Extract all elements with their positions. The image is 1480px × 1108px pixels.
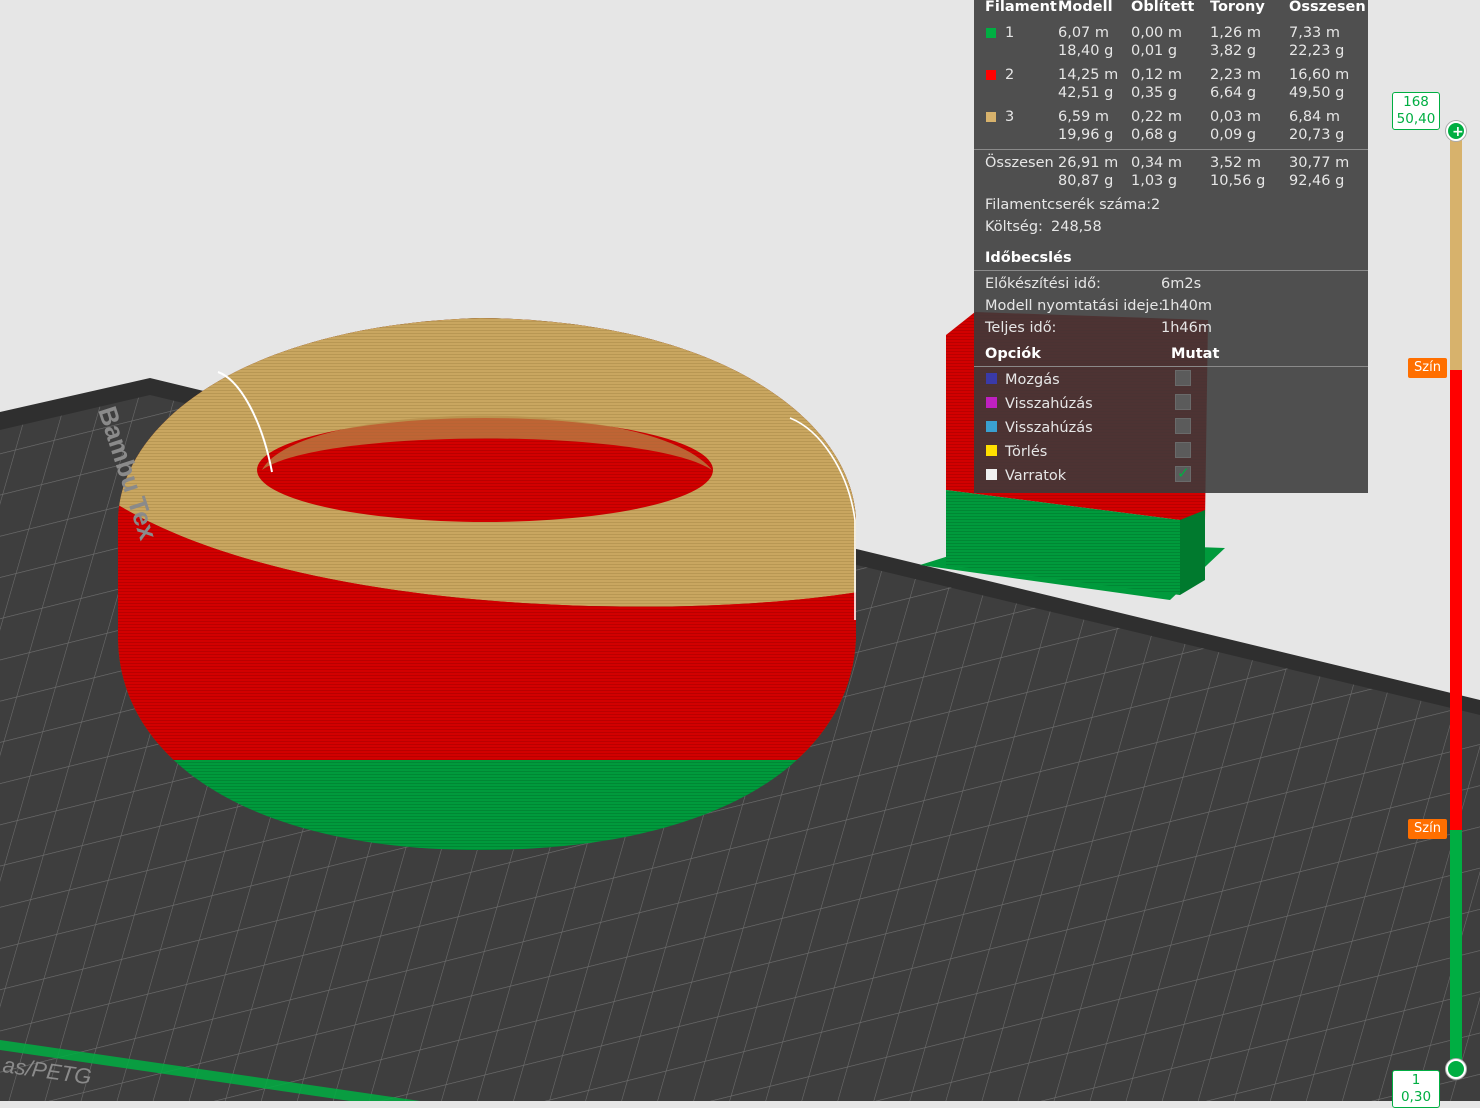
flush-weight: 0,68 g bbox=[1131, 127, 1178, 143]
option-wipe-checkbox[interactable] bbox=[1175, 442, 1191, 458]
model-weight: 80,87 g bbox=[1058, 173, 1114, 189]
model-weight: 42,51 g bbox=[1058, 85, 1114, 101]
option-deretraction-label: Visszahúzás bbox=[1005, 420, 1093, 436]
model-weight: 19,96 g bbox=[1058, 127, 1114, 143]
tower-weight: 10,56 g bbox=[1210, 173, 1266, 189]
bottom-layer-label: 1 0,30 bbox=[1392, 1070, 1440, 1108]
separator bbox=[974, 270, 1368, 271]
tower-length: 2,23 m bbox=[1210, 67, 1262, 83]
total-length: 30,77 m bbox=[1289, 155, 1350, 171]
print-time-value: 1h40m bbox=[1161, 298, 1212, 314]
total-weight: 92,46 g bbox=[1289, 173, 1345, 189]
cost-value: 248,58 bbox=[1051, 219, 1102, 235]
top-layer-height: 50,40 bbox=[1396, 111, 1436, 127]
total-time-label: Teljes idő: bbox=[985, 320, 1057, 336]
bottom-layer-number: 1 bbox=[1411, 1072, 1421, 1088]
sum-label: Összesen bbox=[985, 155, 1054, 171]
bottom-layer-height: 0,30 bbox=[1400, 1089, 1432, 1105]
separator bbox=[974, 366, 1368, 367]
flush-length: 0,22 m bbox=[1131, 109, 1183, 125]
flush-length: 0,34 m bbox=[1131, 155, 1183, 171]
model-length: 14,25 m bbox=[1058, 67, 1119, 83]
top-layer-label: 168 50,40 bbox=[1392, 92, 1440, 130]
torus-model bbox=[118, 318, 856, 850]
tower-length: 1,26 m bbox=[1210, 25, 1262, 41]
header-filament: Filament bbox=[985, 0, 1057, 15]
filament-changes-label: Filamentcserék száma: bbox=[985, 197, 1152, 213]
color-change-tag-upper[interactable]: Szín bbox=[1408, 358, 1447, 378]
prep-time-label: Előkészítési idő: bbox=[985, 276, 1101, 292]
total-weight: 49,50 g bbox=[1289, 85, 1345, 101]
flush-weight: 0,35 g bbox=[1131, 85, 1178, 101]
model-length: 6,59 m bbox=[1058, 109, 1110, 125]
retraction-color-swatch bbox=[986, 397, 997, 408]
options-title: Opciók bbox=[985, 346, 1041, 362]
plus-icon: + bbox=[1452, 124, 1464, 140]
option-wipe-label: Törlés bbox=[1005, 444, 1048, 460]
slice-statistics-panel: Filament Modell Oblített Torony Összesen… bbox=[974, 0, 1368, 493]
header-model: Modell bbox=[1058, 0, 1113, 15]
slider-track-filament-3 bbox=[1450, 140, 1462, 370]
total-length: 16,60 m bbox=[1289, 67, 1350, 83]
option-retraction-label: Visszahúzás bbox=[1005, 396, 1093, 412]
total-length: 6,84 m bbox=[1289, 109, 1341, 125]
filament-color-swatch bbox=[986, 28, 996, 38]
total-weight: 20,73 g bbox=[1289, 127, 1345, 143]
flush-weight: 1,03 g bbox=[1131, 173, 1178, 189]
separator bbox=[974, 149, 1368, 150]
option-retraction-checkbox[interactable] bbox=[1175, 394, 1191, 410]
tower-weight: 6,64 g bbox=[1210, 85, 1257, 101]
time-estimate-title: Időbecslés bbox=[985, 250, 1072, 266]
slider-track-filament-2 bbox=[1450, 370, 1462, 830]
option-travel-label: Mozgás bbox=[1005, 372, 1060, 388]
option-seams-checkbox[interactable] bbox=[1175, 464, 1191, 482]
color-change-tag-lower[interactable]: Szín bbox=[1408, 819, 1447, 839]
bottom-thumb-handle[interactable] bbox=[1446, 1059, 1466, 1079]
model-length: 6,07 m bbox=[1058, 25, 1110, 41]
option-travel-checkbox[interactable] bbox=[1175, 370, 1191, 386]
deretraction-color-swatch bbox=[986, 421, 997, 432]
travel-color-swatch bbox=[986, 373, 997, 384]
header-tower: Torony bbox=[1210, 0, 1265, 15]
filament-changes-value: 2 bbox=[1151, 197, 1161, 213]
filament-id: 3 bbox=[1005, 109, 1015, 125]
filament-id: 1 bbox=[1005, 25, 1015, 41]
flush-length: 0,12 m bbox=[1131, 67, 1183, 83]
total-time-value: 1h46m bbox=[1161, 320, 1212, 336]
filament-color-swatch bbox=[986, 112, 996, 122]
slider-track-filament-1 bbox=[1450, 830, 1462, 1070]
total-length: 7,33 m bbox=[1289, 25, 1341, 41]
header-flushed: Oblített bbox=[1131, 0, 1195, 15]
flush-weight: 0,01 g bbox=[1131, 43, 1178, 59]
tower-weight: 0,09 g bbox=[1210, 127, 1257, 143]
tower-weight: 3,82 g bbox=[1210, 43, 1257, 59]
model-weight: 18,40 g bbox=[1058, 43, 1114, 59]
top-layer-number: 168 bbox=[1403, 94, 1429, 110]
seams-color-swatch bbox=[986, 469, 997, 480]
show-title: Mutat bbox=[1171, 346, 1220, 362]
flush-length: 0,00 m bbox=[1131, 25, 1183, 41]
wipe-color-swatch bbox=[986, 445, 997, 456]
option-deretraction-checkbox[interactable] bbox=[1175, 418, 1191, 434]
model-length: 26,91 m bbox=[1058, 155, 1119, 171]
cost-label: Költség: bbox=[985, 219, 1043, 235]
print-time-label: Modell nyomtatási ideje: bbox=[985, 298, 1164, 314]
prep-time-value: 6m2s bbox=[1161, 276, 1202, 292]
filament-id: 2 bbox=[1005, 67, 1015, 83]
header-total: Összesen bbox=[1289, 0, 1366, 15]
total-weight: 22,23 g bbox=[1289, 43, 1345, 59]
tower-length: 0,03 m bbox=[1210, 109, 1262, 125]
option-seams-label: Varratok bbox=[1005, 468, 1067, 484]
layer-slider[interactable]: 168 50,40 + Szín Szín 1 0,30 bbox=[1390, 90, 1480, 1108]
tower-length: 3,52 m bbox=[1210, 155, 1262, 171]
filament-color-swatch bbox=[986, 70, 996, 80]
